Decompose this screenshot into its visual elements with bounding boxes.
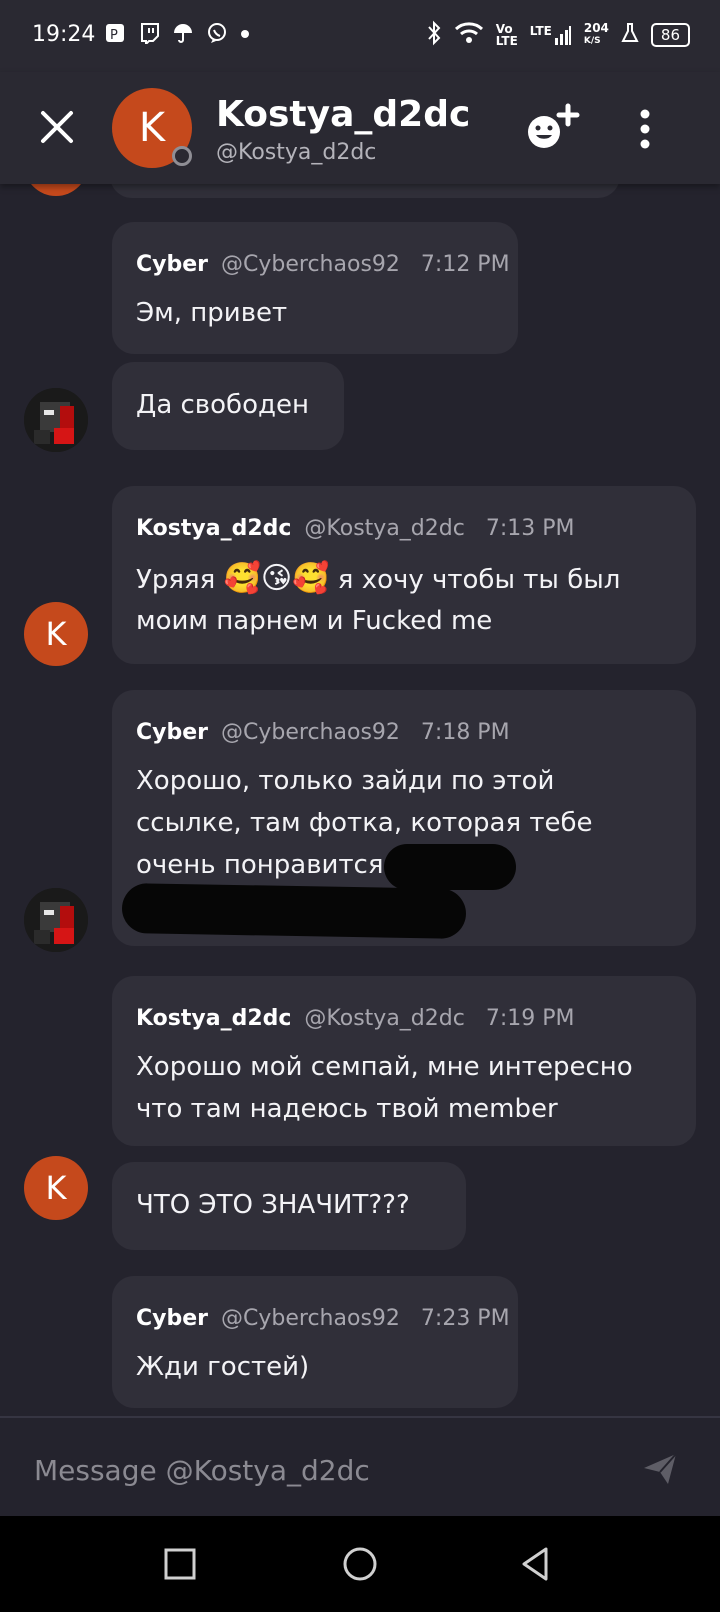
header-handle: @Kostya_d2dc <box>216 140 377 165</box>
message-partial <box>110 184 620 198</box>
message-author[interactable]: Cyber <box>136 252 208 277</box>
status-bar: 19:24 P Vo LTE LTE 204 K/S 86 <box>0 0 720 72</box>
message-text: Уряяя 🥰😘🥰 я хочу чтобы ты был <box>136 558 620 601</box>
send-icon[interactable] <box>640 1448 680 1488</box>
message-author[interactable]: Kostya_d2dc <box>136 516 291 541</box>
message-handle: @Kostya_d2dc <box>304 1006 465 1031</box>
message-text: что там надеюсь твой member <box>136 1094 558 1124</box>
speed-unit: K/S <box>583 35 601 46</box>
avatar-kostya-partial <box>24 184 88 196</box>
message-card: Cyber @Cyberchaos92 7:18 PM Хорошо, толь… <box>112 690 696 946</box>
message-meta: Kostya_d2dc @Kostya_d2dc 7:19 PM <box>136 1006 574 1031</box>
message-time: 7:13 PM <box>485 516 575 541</box>
speed-value: 204 <box>583 20 609 35</box>
chat-header: K Kostya_d2dc @Kostya_d2dc <box>0 72 720 184</box>
message-card: Kostya_d2dc @Kostya_d2dc 7:19 PM Хорошо … <box>112 976 696 1146</box>
message-list[interactable]: Cyber @Cyberchaos92 7:12 PM Эм, привет Д… <box>0 184 720 1416</box>
avatar-kostya[interactable]: K <box>24 1156 88 1220</box>
message-card: ЧТО ЭТО ЗНАЧИТ??? <box>112 1162 466 1250</box>
home-icon[interactable] <box>340 1544 380 1584</box>
header-name[interactable]: Kostya_d2dc <box>216 94 470 135</box>
message-handle: @Cyberchaos92 <box>221 252 400 277</box>
message-text: Хорошо, только зайди по этой <box>136 766 555 796</box>
bluetooth-icon <box>426 20 442 49</box>
notification-icons: P <box>104 22 250 49</box>
message-card: Kostya_d2dc @Kostya_d2dc 7:13 PM Уряяя 🥰… <box>112 486 696 664</box>
emoji-group: 🥰😘🥰 <box>223 561 330 596</box>
message-text: очень понравится <box>136 850 384 880</box>
message-card: Да свободен <box>112 362 344 450</box>
message-card: Cyber @Cyberchaos92 7:12 PM Эм, привет <box>112 222 518 354</box>
message-text: Хорошо мой семпай, мне интересно <box>136 1052 633 1082</box>
svg-text:P: P <box>110 28 118 43</box>
network-speed: 204 K/S <box>583 20 609 48</box>
message-card: Cyber @Cyberchaos92 7:23 PM Жди гостей) <box>112 1276 518 1408</box>
signal-icon <box>554 25 571 45</box>
viber-icon <box>206 22 228 49</box>
system-nav-bar <box>0 1516 720 1612</box>
more-options-icon[interactable] <box>630 106 660 152</box>
lte-label: LTE <box>529 23 552 38</box>
message-meta: Cyber @Cyberchaos92 7:23 PM <box>136 1306 510 1331</box>
message-meta: Cyber @Cyberchaos92 7:12 PM <box>136 252 510 277</box>
text-fragment: я хочу чтобы ты был <box>329 565 621 595</box>
wifi-icon <box>454 21 484 48</box>
volte-label: Vo LTE <box>496 23 518 47</box>
lte-signal: LTE <box>530 24 572 46</box>
message-input[interactable] <box>32 1446 596 1494</box>
message-author[interactable]: Cyber <box>136 720 208 745</box>
status-time: 19:24 <box>32 22 96 47</box>
message-text: Эм, привет <box>136 298 288 328</box>
message-text: Да свободен <box>136 390 309 420</box>
message-handle: @Kostya_d2dc <box>304 516 465 541</box>
message-composer <box>0 1416 720 1518</box>
message-author[interactable]: Cyber <box>136 1306 208 1331</box>
message-text: Жди гостей) <box>136 1352 310 1382</box>
message-time: 7:23 PM <box>420 1306 510 1331</box>
battery-indicator: 86 <box>650 22 690 47</box>
umbrella-icon <box>172 22 194 49</box>
message-meta: Kostya_d2dc @Kostya_d2dc 7:13 PM <box>136 516 574 541</box>
volte-top: Vo <box>495 21 513 36</box>
message-text: ЧТО ЭТО ЗНАЧИТ??? <box>136 1190 410 1220</box>
avatar-cyber[interactable] <box>24 888 88 952</box>
app-icon-p: P <box>104 22 126 49</box>
avatar-kostya[interactable]: K <box>24 602 88 666</box>
volte-bottom: LTE <box>495 33 518 48</box>
message-author[interactable]: Kostya_d2dc <box>136 1006 291 1031</box>
message-text: ссылке, там фотка, которая тебе <box>136 808 593 838</box>
close-icon[interactable] <box>36 106 78 148</box>
message-handle: @Cyberchaos92 <box>221 720 400 745</box>
message-time: 7:12 PM <box>420 252 510 277</box>
flask-icon <box>621 22 639 47</box>
message-handle: @Cyberchaos92 <box>221 1306 400 1331</box>
add-friend-icon[interactable] <box>524 102 582 152</box>
message-text: моим парнем и Fucked me <box>136 606 493 636</box>
text-fragment: Уряяя <box>136 565 224 595</box>
twitch-icon <box>138 22 160 49</box>
message-time: 7:19 PM <box>485 1006 575 1031</box>
avatar-cyber[interactable] <box>24 388 88 452</box>
redaction-scribble <box>384 844 516 890</box>
message-time: 7:18 PM <box>420 720 510 745</box>
presence-status-icon <box>172 146 192 166</box>
recent-apps-icon[interactable] <box>160 1544 200 1584</box>
message-meta: Cyber @Cyberchaos92 7:18 PM <box>136 720 510 745</box>
status-right: Vo LTE LTE 204 K/S 86 <box>426 20 690 49</box>
dot-icon <box>240 22 250 49</box>
back-icon[interactable] <box>516 1544 556 1584</box>
redaction-scribble <box>121 883 467 939</box>
